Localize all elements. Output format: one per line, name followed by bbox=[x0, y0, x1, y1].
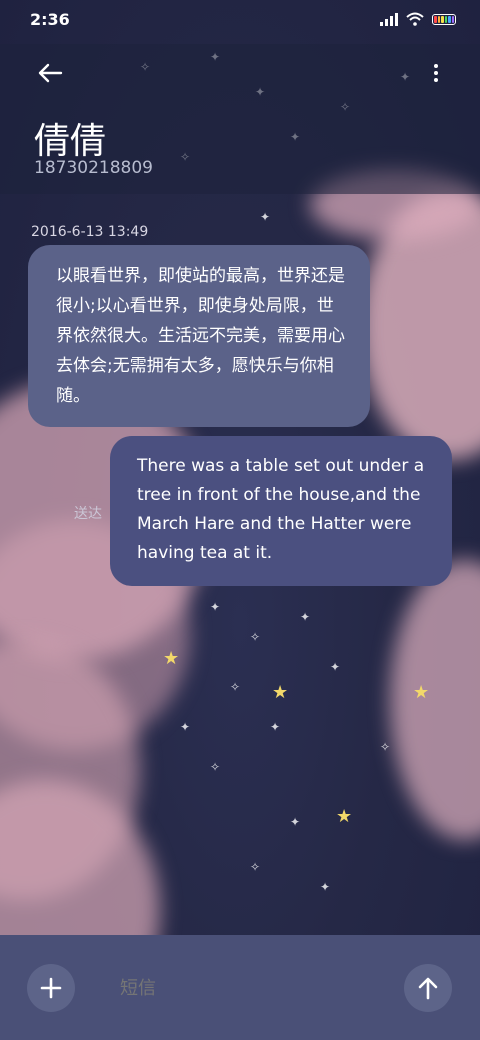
status-bar: 2:36 bbox=[0, 0, 480, 44]
battery-segment bbox=[434, 15, 437, 23]
contact-number: 18730218809 bbox=[34, 158, 153, 178]
battery-segment bbox=[451, 15, 454, 23]
message-timestamp: 2016-6-13 13:49 bbox=[31, 224, 149, 240]
battery-segment bbox=[437, 15, 440, 23]
plus-icon bbox=[40, 977, 62, 999]
outgoing-message-text: There was a table set out under a tree i… bbox=[137, 456, 425, 563]
signal-icon bbox=[380, 12, 398, 26]
battery-icon bbox=[432, 13, 456, 25]
sms-input[interactable] bbox=[118, 977, 392, 1000]
battery-segment bbox=[444, 15, 447, 23]
outgoing-message-bubble[interactable]: There was a table set out under a tree i… bbox=[110, 436, 452, 586]
status-time: 2:36 bbox=[30, 10, 70, 29]
battery-segment bbox=[448, 15, 451, 23]
back-button[interactable] bbox=[30, 58, 70, 88]
more-options-button[interactable] bbox=[428, 58, 444, 88]
contact-name: 倩倩 bbox=[34, 121, 107, 162]
conversation-header: 倩倩 18730218809 bbox=[0, 44, 480, 194]
arrow-left-icon bbox=[38, 63, 63, 83]
compose-bar bbox=[0, 935, 480, 1040]
more-vertical-icon bbox=[434, 64, 438, 68]
battery-segment bbox=[441, 15, 444, 23]
delivery-status: 送达 bbox=[74, 506, 102, 522]
wifi-icon bbox=[406, 12, 424, 26]
incoming-message-bubble[interactable]: 以眼看世界，即使站的最高，世界还是很小;以心看世界，即使身处局限，世界依然很大。… bbox=[28, 245, 370, 427]
send-button[interactable] bbox=[404, 964, 452, 1012]
add-attachment-button[interactable] bbox=[27, 964, 75, 1012]
arrow-up-icon bbox=[418, 977, 438, 1000]
incoming-message-text: 以眼看世界，即使站的最高，世界还是很小;以心看世界，即使身处局限，世界依然很大。… bbox=[56, 266, 345, 406]
